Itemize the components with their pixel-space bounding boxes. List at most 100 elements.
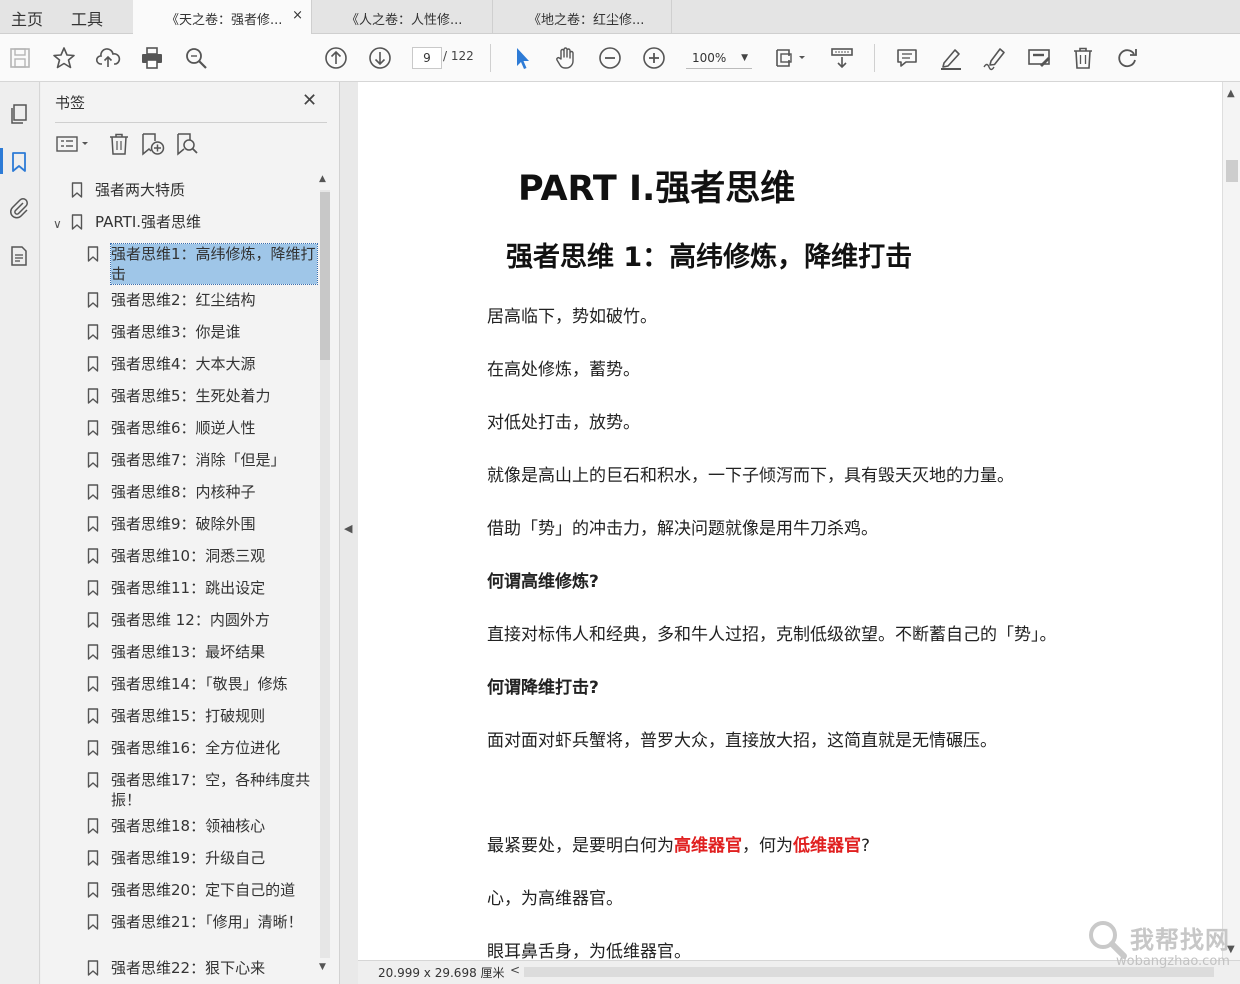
bookmark-label: 强者思维20：定下自己的道 [111,881,296,899]
scroll-up-icon[interactable]: ▲ [319,174,326,184]
bookmark-icon [87,644,99,660]
bookmark-icon [87,292,99,308]
bookmark-icon [87,740,99,756]
attachment-icon[interactable] [7,196,31,220]
bookmark-label: 强者思维7：消除「但是」 [111,451,286,469]
scroll-thumb[interactable] [1226,160,1238,182]
paragraph: 在高处修炼，蓄势。 [487,360,640,380]
expand-chevron-icon[interactable]: ∨ [53,214,62,234]
document-heading-2: 强者思维 1：高纬修炼，降维打击 [506,242,913,273]
bookmark-icon [87,960,99,976]
document-properties-icon[interactable] [7,244,31,268]
tab-bar: 主页 工具 《天之卷：强者修... × 《人之卷：人性修... 《地之卷：红尘修… [0,0,1240,35]
bookmark-tree: 强者两大特质 ∨ PARTⅠ.强者思维 强者思维1：高纬修炼，降维打击 强者思维2：红尘… [51,172,321,978]
zoom-select[interactable]: 100% ▼ [686,47,752,69]
main-toolbar: 9 / 122 100% ▼ [0,34,1240,82]
select-pointer-icon[interactable] [509,45,535,71]
bookmark-label: 强者思维21：「修用」清晰！ [111,913,303,931]
text-run: ? [861,836,871,856]
panel-splitter[interactable]: ◀ [340,82,358,984]
scroll-down-icon[interactable]: ▼ [319,962,326,972]
bookmark-label: 强者思维22：狠下心来 [111,959,266,977]
upload-icon[interactable] [95,45,121,71]
delete-icon[interactable] [1070,45,1096,71]
bookmark-label: 强者两大特质 [95,181,186,199]
bookmark-icon [87,388,99,404]
sign-icon[interactable] [982,45,1008,71]
bookmark-icon [87,772,99,788]
comment-icon[interactable] [894,45,920,71]
document-tab[interactable]: 《地之卷：红尘修... [494,0,672,34]
bookmark-options-icon[interactable] [55,132,91,158]
page-down-icon[interactable] [367,45,393,71]
panel-scrollbar[interactable]: ▲ ▼ [318,174,332,974]
add-bookmark-icon[interactable] [140,132,166,158]
zoom-value: 100% [692,51,727,65]
bookmark-label: 强者思维9：破除外围 [111,515,256,533]
bookmark-panel-icon[interactable] [7,150,31,174]
paragraph-mixed: 最紧要处，是要明白何为高维器官，何为低维器官? [487,831,870,856]
search-zoom-icon[interactable] [183,45,209,71]
scroll-mode-icon[interactable] [829,45,855,71]
bookmark-label: 强者思维15：打破规则 [111,707,266,725]
rotate-icon[interactable] [1114,45,1140,71]
bookmark-icon [87,882,99,898]
bookmark-icon [87,612,99,628]
scroll-up-icon[interactable]: ▲ [1227,88,1235,99]
bookmark-label: 强者思维4：大本大源 [111,355,256,373]
toolbar-divider [490,44,491,72]
bookmark-icon [87,484,99,500]
bookmark-icon [87,356,99,372]
paragraph-heading: 何谓降维打击? [487,678,599,698]
bookmark-label: 强者思维8：内核种子 [111,483,256,501]
document-tab-active[interactable]: 《天之卷：强者修... × [133,0,312,35]
document-tab[interactable]: 《人之卷：人性修... [313,0,493,34]
delete-bookmark-icon[interactable] [107,132,131,158]
scroll-thumb[interactable] [320,192,330,360]
close-icon[interactable]: ✕ [302,90,317,111]
bookmark-icon [87,324,99,340]
zoom-out-icon[interactable] [597,45,623,71]
find-bookmark-icon[interactable] [175,132,201,158]
bookmark-label: 强者思维16：全方位进化 [111,739,281,757]
bookmark-label: 强者思维6：顺逆人性 [111,419,256,437]
bookmark-icon [87,246,99,262]
watermark-text: 我帮找网 [1130,926,1230,954]
highlight-text: 高维器官 [674,836,742,856]
highlight-icon[interactable] [938,45,964,71]
document-page[interactable]: PART Ⅰ.强者思维 强者思维 1：高纬修炼，降维打击 居高临下，势如破竹。 … [358,82,1222,960]
page-number-input[interactable]: 9 [412,47,442,69]
save-icon[interactable] [7,45,33,71]
bookmark-icon [87,580,99,596]
bookmark-label: 强者思维13：最坏结果 [111,643,266,661]
collapse-panel-icon[interactable]: ◀ [344,522,352,535]
paragraph: 眼耳鼻舌身，为低维器官。 [487,942,691,960]
toolbar-divider [874,44,875,72]
tools-tab[interactable]: 工具 [71,6,103,30]
page-up-icon[interactable] [323,45,349,71]
text-run: 最紧要处，是要明白何为 [487,836,674,856]
bookmark-icon [87,676,99,692]
zoom-in-icon[interactable] [641,45,667,71]
site-watermark: 我帮找网 wobangzhao.com [1084,914,1240,974]
bookmark-icon [71,214,83,230]
bookmark-icon [87,914,99,930]
print-icon[interactable] [139,45,165,71]
star-icon[interactable] [51,45,77,71]
hand-tool-icon[interactable] [553,45,579,71]
bookmark-label: 强者思维1：高纬修炼，降维打击 [110,243,318,285]
paragraph: 面对面对虾兵蟹将，普罗大众，直接放大招，这简直就是无情碾压。 [487,731,997,751]
pages-icon[interactable] [7,102,31,126]
document-heading-1: PART Ⅰ.强者思维 [518,169,796,209]
document-scrollbar[interactable]: ▲ ▼ [1222,82,1240,960]
home-tab[interactable]: 主页 [11,6,43,30]
page-size-readout: 20.999 x 29.698 厘米 [378,966,505,980]
bookmark-label: 强者思维19：升级自己 [111,849,266,867]
bookmark-label: 强者思维11：跳出设定 [111,579,266,597]
fit-page-icon[interactable] [773,45,809,71]
close-tab-icon[interactable]: × [292,8,303,23]
redact-icon[interactable] [1026,45,1052,71]
left-rail [0,82,40,984]
panel-title: 书签 [55,94,86,112]
scroll-left-icon[interactable]: < [510,963,520,977]
